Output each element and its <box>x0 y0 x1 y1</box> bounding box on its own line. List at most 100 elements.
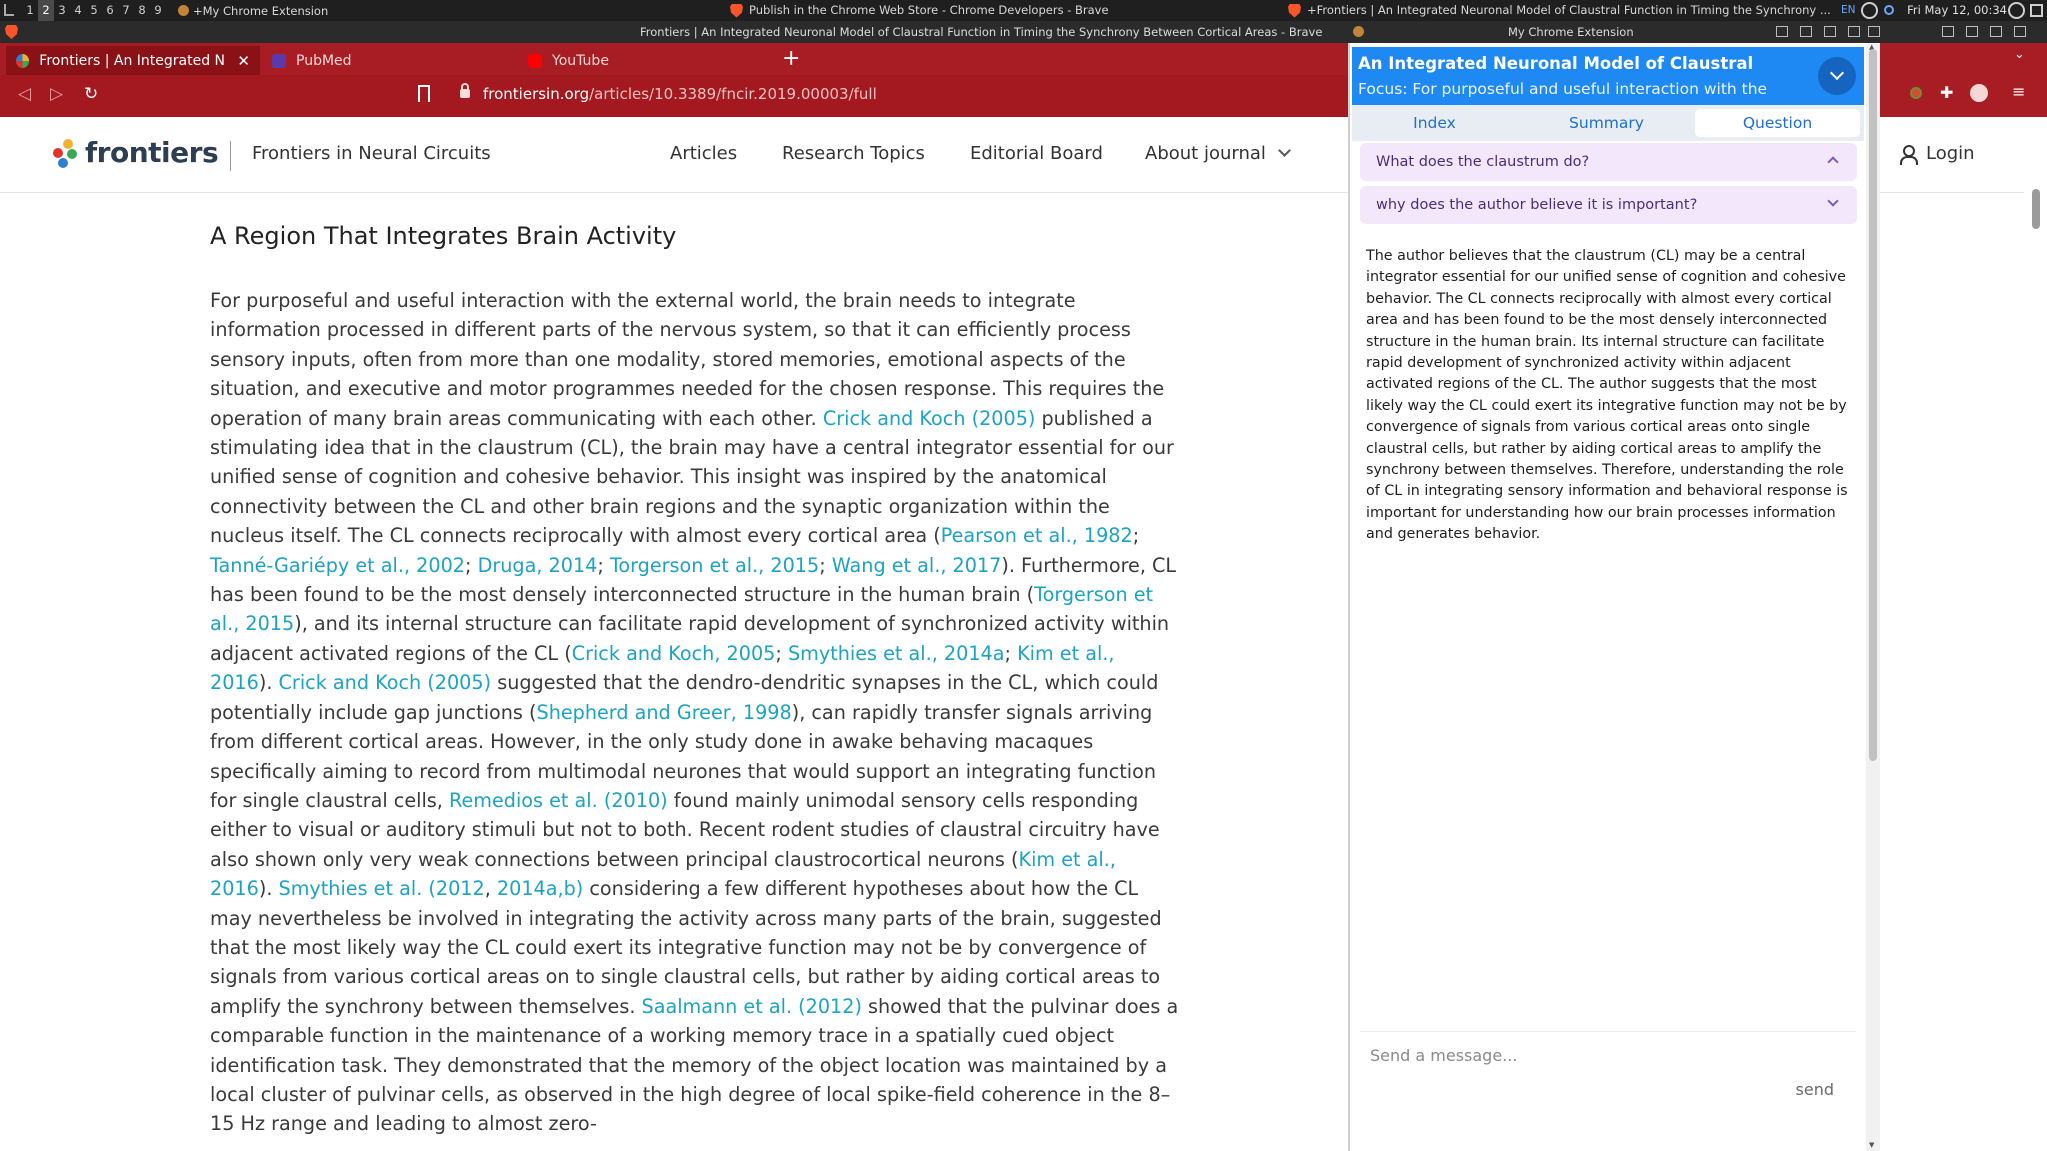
move-icon[interactable] <box>1800 26 1812 37</box>
profile-icon[interactable] <box>1970 84 1988 102</box>
message-input[interactable]: Send a message... <box>1370 1046 1517 1065</box>
article-paragraph: For purposeful and useful interaction wi… <box>210 286 1180 1139</box>
fullscreen-icon[interactable] <box>1868 26 1880 37</box>
brave-icon <box>730 3 743 18</box>
clock[interactable]: Fri May 12, 00:34 <box>1907 0 2007 21</box>
citation-link[interactable]: Wang et al., 2017 <box>832 554 1002 577</box>
citation-link[interactable]: Smythies et al., 2014a <box>788 642 1005 665</box>
chevron-down-icon[interactable]: ⌄ <box>2014 47 2025 62</box>
tab-pubmed[interactable]: PubMed <box>262 46 516 75</box>
new-tab-button[interactable]: + <box>782 46 800 72</box>
workspace-3[interactable]: 3 <box>54 0 70 21</box>
nav-editorial-board[interactable]: Editorial Board <box>970 143 1103 164</box>
citation-link[interactable]: Smythies et al. (2012 <box>279 877 485 900</box>
journal-name[interactable]: Frontiers in Neural Circuits <box>252 143 491 164</box>
user-icon <box>1900 145 1918 165</box>
citation-link[interactable]: Druga, 2014 <box>478 554 598 577</box>
extension-icon <box>178 5 189 16</box>
minimize-icon[interactable] <box>1942 26 1954 37</box>
send-button[interactable]: send <box>1796 1080 1834 1099</box>
workspace-7[interactable]: 7 <box>118 0 134 21</box>
section-heading: A Region That Integrates Brain Activity <box>210 222 677 250</box>
frontiers-logo-icon[interactable] <box>53 139 79 169</box>
message-composer: Send a message... send <box>1360 1031 1856 1151</box>
pin-icon[interactable] <box>1824 26 1836 37</box>
frontiers-favicon-icon <box>16 53 30 68</box>
article-text: ; <box>597 553 610 577</box>
power-icon[interactable] <box>2008 2 2025 19</box>
scroll-down-icon[interactable]: ▼ <box>1869 1141 1874 1149</box>
pin-icon[interactable] <box>1990 26 2002 37</box>
tab-question[interactable]: Question <box>1695 109 1860 137</box>
reload-icon[interactable]: ↻ <box>84 84 98 104</box>
os-menu-icon[interactable] <box>4 4 14 16</box>
citation-link[interactable]: Tanné-Gariépy et al., 2002 <box>210 554 465 577</box>
article-text: , <box>484 877 497 901</box>
citation-link[interactable]: Pearson et al., 1982 <box>941 524 1133 547</box>
fullscreen-icon[interactable] <box>2014 26 2026 37</box>
collapse-button[interactable] <box>1818 57 1856 95</box>
site-logo[interactable]: frontiers <box>85 136 219 169</box>
citation-link[interactable]: Saalmann et al. (2012) <box>642 995 862 1018</box>
close-tab-icon[interactable]: ✕ <box>237 52 250 70</box>
tab-summary[interactable]: Summary <box>1524 109 1689 137</box>
citation-link[interactable]: Remedios et al. (2010) <box>449 789 668 812</box>
chevron-down-icon <box>1278 144 1291 157</box>
workspace-switcher: 123456789 <box>0 0 166 21</box>
nav-research-topics[interactable]: Research Topics <box>782 143 925 164</box>
maximize-icon[interactable] <box>1966 26 1978 37</box>
os-top-bar: 123456789 +My Chrome Extension Publish i… <box>0 0 2047 21</box>
menu-icon[interactable]: ≡ <box>2012 82 2025 101</box>
status-icon[interactable] <box>1884 5 1894 15</box>
maximize-icon[interactable] <box>1848 26 1860 37</box>
panel-scrollbar[interactable]: ▲ ▼ <box>1866 43 1880 1151</box>
minimize-icon[interactable] <box>1776 26 1788 37</box>
extensions-puzzle-icon[interactable]: ✚ <box>1940 83 1953 102</box>
side-window-title: My Chrome Extension <box>1508 25 1634 39</box>
workspace-4[interactable]: 4 <box>70 0 86 21</box>
page-right-margin <box>1880 193 2024 1151</box>
network-icon[interactable] <box>1861 2 1878 19</box>
tab-youtube[interactable]: YouTube <box>518 46 772 75</box>
forward-icon[interactable]: ▷ <box>50 84 63 104</box>
question-item-importance[interactable]: why does the author believe it is import… <box>1360 186 1857 224</box>
os-window-item-chrome-store[interactable]: Publish in the Chrome Web Store - Chrome… <box>730 0 1109 21</box>
nav-about-journal[interactable]: About journal <box>1145 143 1291 164</box>
article-text: ; <box>1132 524 1140 548</box>
workspace-2[interactable]: 2 <box>38 0 54 21</box>
citation-link[interactable]: Shepherd and Greer, 1998 <box>537 701 792 724</box>
panel-header: An Integrated Neuronal Model of Claustra… <box>1352 47 1864 105</box>
citation-link[interactable]: Torgerson et al., 2015 <box>610 554 819 577</box>
tab-frontiers[interactable]: Frontiers | An Integrated Ne ✕ <box>6 46 260 75</box>
citation-link[interactable]: Crick and Koch, 2005 <box>572 642 776 665</box>
workspace-1[interactable]: 1 <box>22 0 38 21</box>
url-field[interactable]: frontiersin.org/articles/10.3389/fncir.2… <box>483 85 877 103</box>
language-indicator[interactable]: EN <box>1841 0 1856 21</box>
back-icon[interactable]: ◁ <box>18 84 31 104</box>
citation-link[interactable]: Crick and Koch (2005) <box>279 671 492 694</box>
workspace-6[interactable]: 6 <box>102 0 118 21</box>
extension-side-panel: An Integrated Neuronal Model of Claustra… <box>1348 43 1880 1151</box>
layout-icon[interactable] <box>2030 4 2043 17</box>
page-scrollbar[interactable] <box>2024 117 2047 1151</box>
workspace-9[interactable]: 9 <box>150 0 166 21</box>
citation-link[interactable]: 2014a,b) <box>497 877 583 900</box>
login-link[interactable]: Login <box>1926 143 1975 164</box>
panel-title: An Integrated Neuronal Model of Claustra… <box>1358 54 1754 73</box>
brave-rewards-icon[interactable] <box>1910 87 1922 99</box>
article-text: ; <box>819 553 832 577</box>
os-window-item-frontiers[interactable]: +Frontiers | An Integrated Neuronal Mode… <box>1288 0 1831 21</box>
citation-link[interactable]: Crick and Koch (2005) <box>823 407 1036 430</box>
login-area: Login <box>1880 117 2047 193</box>
panel-scrollbar-thumb[interactable] <box>1869 49 1877 761</box>
window-title: Frontiers | An Integrated Neuronal Model… <box>640 25 1323 39</box>
bookmark-icon[interactable] <box>418 85 430 102</box>
scrollbar-thumb[interactable] <box>2032 189 2040 229</box>
youtube-favicon-icon <box>528 53 542 68</box>
tab-index[interactable]: Index <box>1352 109 1517 137</box>
os-window-item-extension[interactable]: +My Chrome Extension <box>178 4 328 18</box>
question-item-claustrum[interactable]: What does the claustrum do? <box>1360 143 1857 181</box>
workspace-5[interactable]: 5 <box>86 0 102 21</box>
nav-articles[interactable]: Articles <box>670 143 737 164</box>
workspace-8[interactable]: 8 <box>134 0 150 21</box>
